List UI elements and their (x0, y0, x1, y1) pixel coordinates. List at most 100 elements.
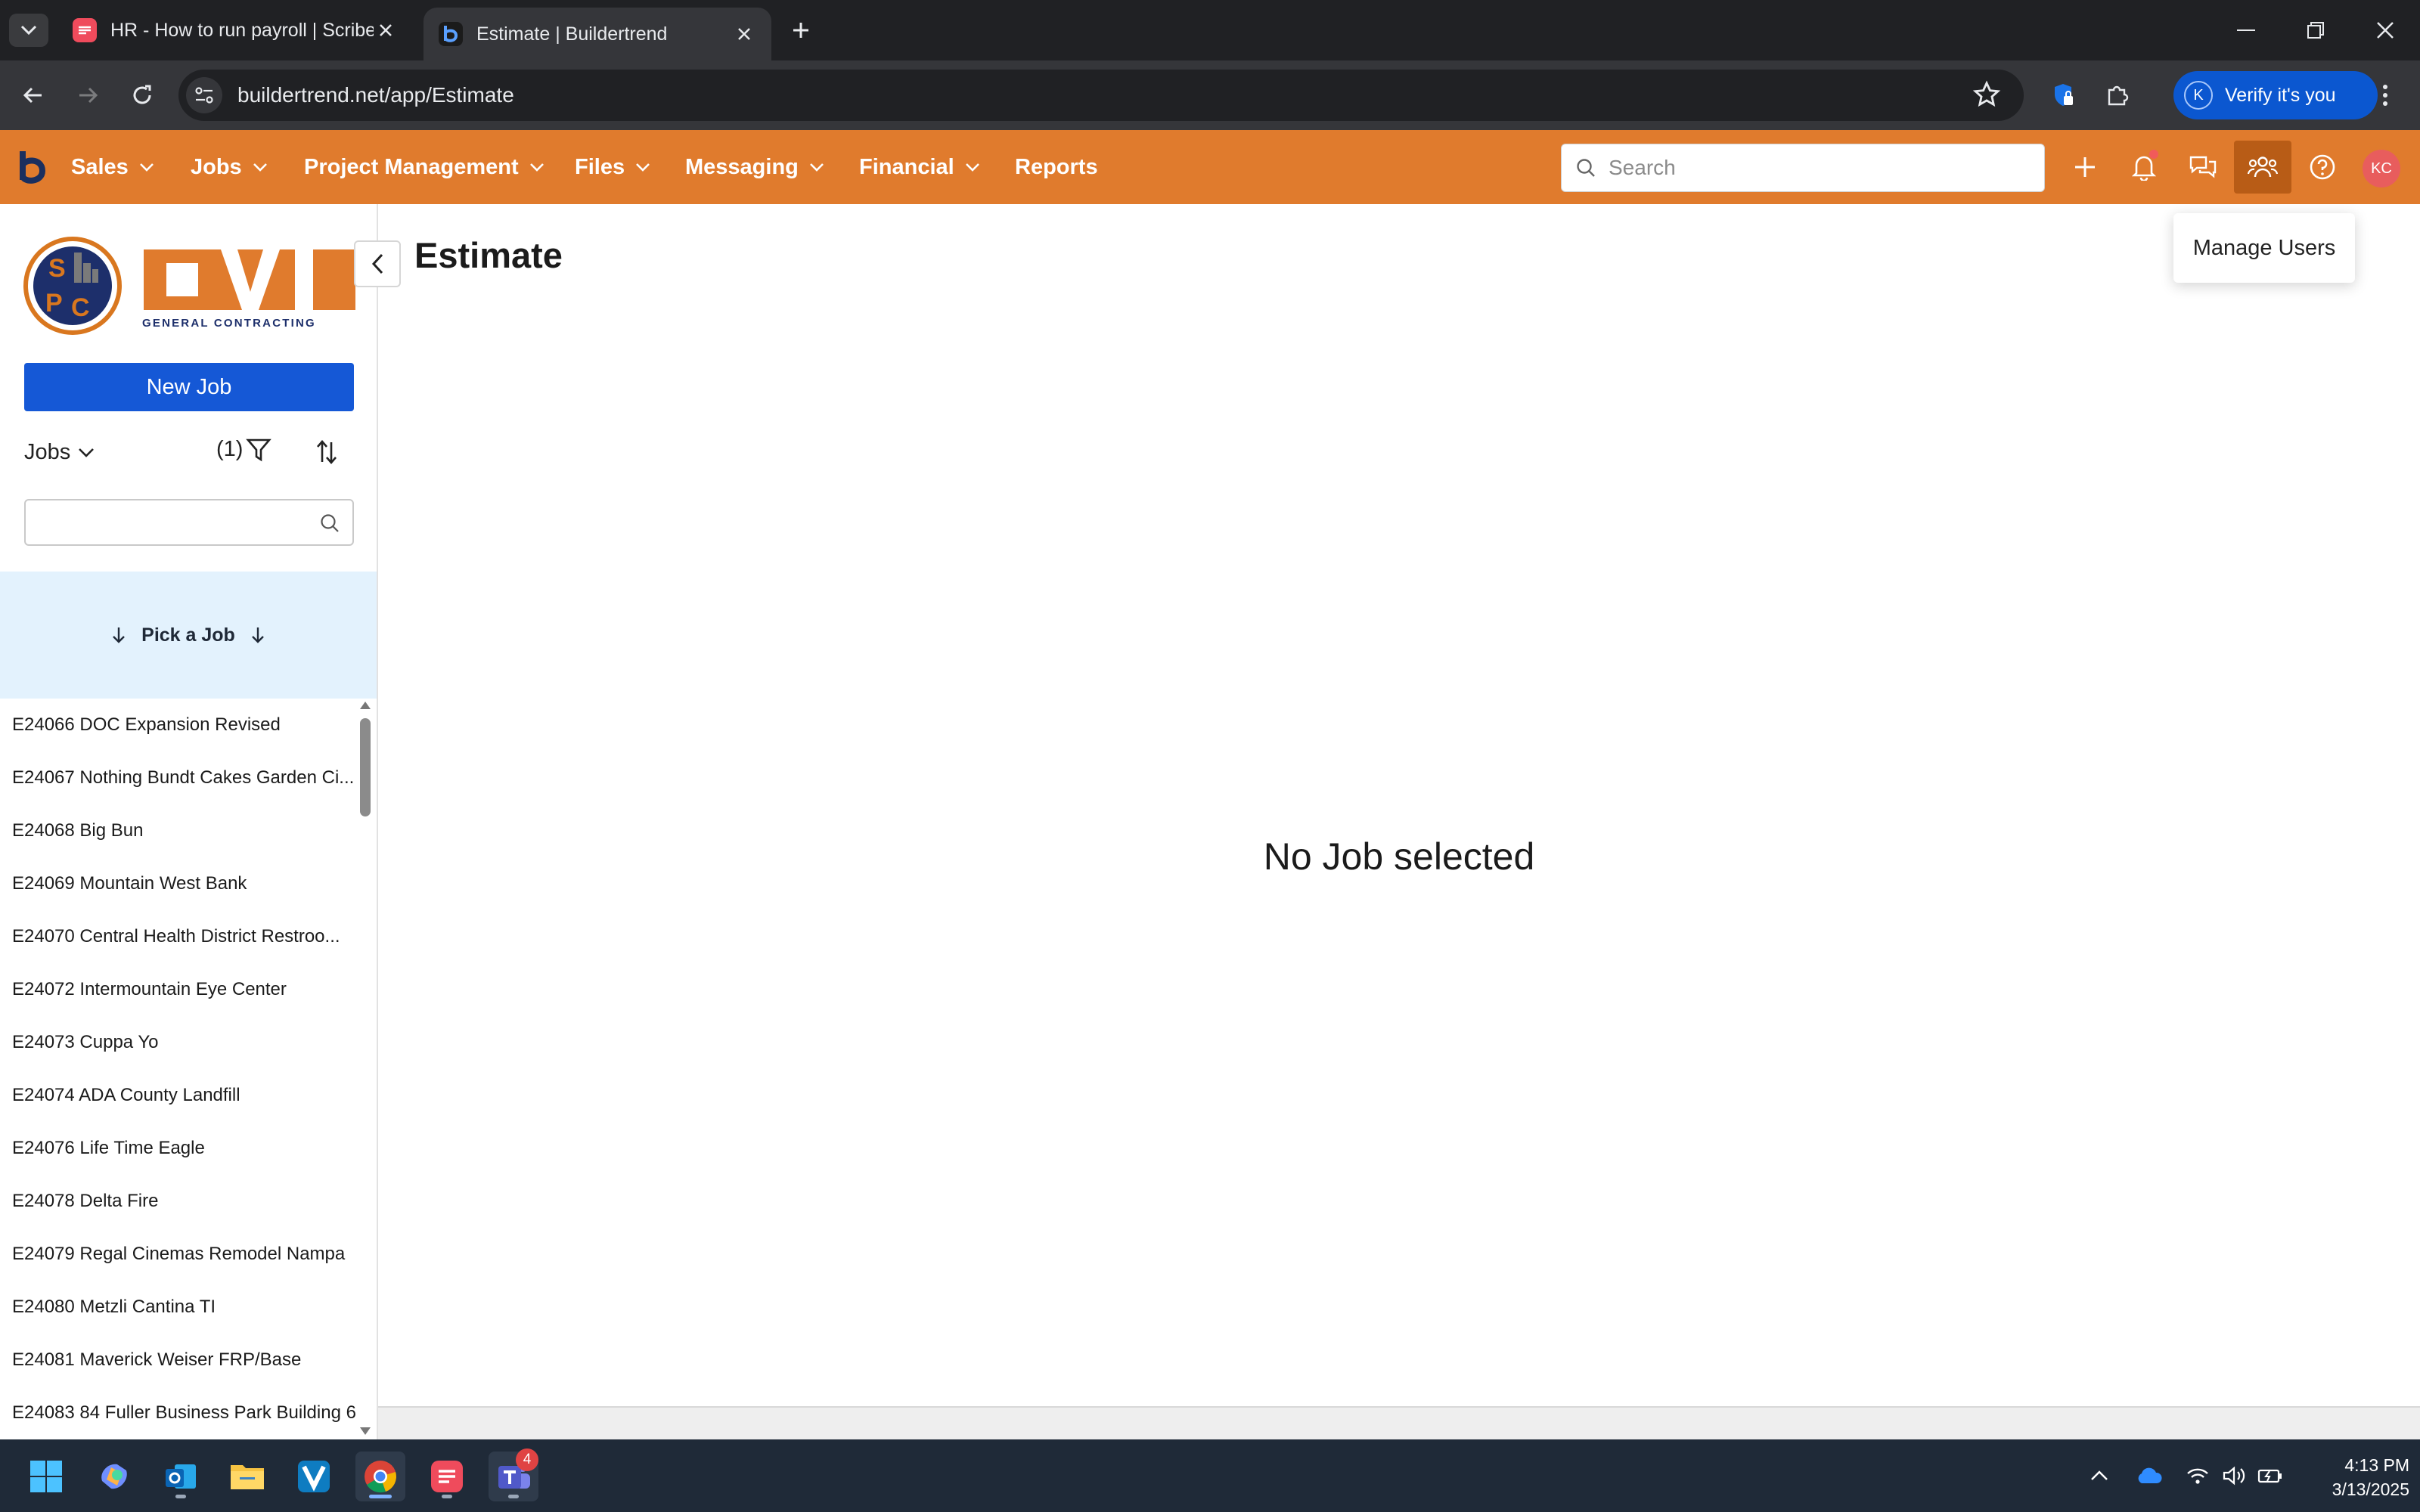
show-hidden-icons-button[interactable] (2084, 1461, 2114, 1491)
sort-icon (317, 440, 337, 464)
profile-avatar: K (2184, 81, 2213, 110)
collapse-sidebar-button[interactable] (354, 240, 401, 287)
manage-users-button[interactable] (2234, 141, 2291, 194)
add-button[interactable] (2060, 142, 2110, 192)
notifications-button[interactable] (2119, 142, 2169, 192)
taskbar-viewpoint[interactable] (289, 1452, 339, 1501)
running-indicator (442, 1495, 452, 1498)
svg-text:S: S (48, 254, 66, 283)
job-list-item[interactable]: E24067 Nothing Bundt Cakes Garden Ci... (0, 751, 355, 804)
address-bar[interactable]: buildertrend.net/app/Estimate (178, 70, 2024, 121)
arrow-left-icon (23, 87, 42, 104)
new-tab-button[interactable] (783, 15, 818, 45)
tab-title: Estimate | Buildertrend (476, 23, 668, 45)
browser-menu-button[interactable] (2367, 77, 2403, 113)
job-list-item[interactable]: E24066 DOC Expansion Revised (0, 699, 355, 751)
buildertrend-logo-icon[interactable] (15, 148, 48, 186)
job-list-item[interactable]: E24069 Mountain West Bank (0, 857, 355, 910)
url-text: buildertrend.net/app/Estimate (237, 83, 514, 107)
menu-label: Reports (1015, 154, 1098, 179)
bookmark-star-icon[interactable] (1972, 80, 2001, 109)
user-avatar[interactable]: KC (2363, 150, 2400, 187)
taskbar-outlook[interactable] (156, 1452, 206, 1501)
job-list-item[interactable]: E24076 Life Time Eagle (0, 1122, 355, 1175)
verify-identity-button[interactable]: K Verify it's you (2173, 71, 2378, 119)
close-window-button[interactable] (2350, 0, 2420, 60)
start-button[interactable] (21, 1452, 71, 1501)
job-list-item[interactable]: E24073 Cuppa Yo (0, 1016, 355, 1069)
back-button[interactable] (15, 77, 51, 113)
job-list-item[interactable]: E24074 ADA County Landfill (0, 1069, 355, 1122)
browser-tab-strip: HR - How to run payroll | Scribe Estimat… (0, 0, 2420, 60)
jobs-dropdown-label: Jobs (24, 440, 71, 464)
forward-button[interactable] (70, 77, 106, 113)
scribe-favicon-icon (73, 18, 97, 42)
chevron-left-icon (371, 253, 383, 274)
job-list-item[interactable]: E24083 84 Fuller Business Park Building … (0, 1387, 355, 1439)
taskbar-teams[interactable]: 4 (489, 1448, 538, 1501)
menu-reports[interactable]: Reports (1015, 130, 1098, 204)
reload-button[interactable] (124, 77, 160, 113)
microsoft-365-icon (101, 1464, 127, 1489)
sort-button[interactable] (310, 435, 343, 469)
plus-icon (2075, 157, 2095, 177)
extensions-puzzle-icon[interactable] (2099, 77, 2136, 113)
arrow-down-icon (113, 627, 126, 643)
system-clock[interactable]: 4:13 PM 3/13/2025 (2299, 1453, 2409, 1501)
folder-icon (231, 1465, 264, 1489)
menu-label: Files (575, 154, 625, 179)
onedrive-icon[interactable] (2134, 1461, 2164, 1491)
wifi-icon[interactable] (2183, 1461, 2213, 1491)
restore-window-button[interactable] (2281, 0, 2350, 60)
browser-tab-scribe[interactable]: HR - How to run payroll | Scribe (57, 6, 413, 54)
menu-financial[interactable]: Financial (859, 130, 980, 204)
taskbar-scribe[interactable] (422, 1452, 472, 1501)
taskbar-file-explorer[interactable] (222, 1452, 272, 1501)
menu-files[interactable]: Files (575, 130, 650, 204)
browser-tab-buildertrend[interactable]: Estimate | Buildertrend (424, 8, 771, 60)
filter-button[interactable]: (1) (216, 437, 272, 462)
help-button[interactable] (2297, 142, 2347, 192)
job-list-scrollbar[interactable] (355, 699, 375, 1439)
site-info-icon[interactable] (186, 77, 222, 113)
chat-button[interactable] (2178, 142, 2228, 192)
global-search[interactable] (1561, 144, 2045, 192)
jobs-filter-dropdown[interactable]: Jobs (24, 440, 95, 465)
job-list-item[interactable]: E24079 Regal Cinemas Remodel Nampa (0, 1228, 355, 1281)
browser-toolbar: buildertrend.net/app/Estimate K Verify i… (0, 60, 2420, 130)
job-search-field[interactable] (24, 499, 354, 546)
job-list-item[interactable]: E24072 Intermountain Eye Center (0, 963, 355, 1016)
tab-search-button[interactable] (9, 14, 48, 47)
extension-shield-icon[interactable] (2045, 77, 2081, 113)
scrollbar-thumb[interactable] (360, 718, 371, 816)
v-app-icon (298, 1461, 330, 1492)
menu-messaging[interactable]: Messaging (685, 130, 824, 204)
running-indicator (508, 1495, 519, 1498)
pick-a-job-banner: Pick a Job (0, 572, 377, 699)
job-list-item[interactable]: E24078 Delta Fire (0, 1175, 355, 1228)
volume-icon[interactable] (2219, 1461, 2249, 1491)
menu-jobs[interactable]: Jobs (191, 130, 268, 204)
scroll-down-arrow-icon[interactable] (358, 1424, 372, 1438)
scroll-up-arrow-icon[interactable] (358, 699, 372, 712)
menu-project-management[interactable]: Project Management (304, 130, 544, 204)
menu-sales[interactable]: Sales (71, 130, 154, 204)
taskbar-chrome[interactable] (355, 1452, 405, 1501)
new-job-button[interactable]: New Job (24, 363, 354, 411)
minimize-window-button[interactable] (2211, 0, 2281, 60)
close-tab-icon[interactable] (374, 18, 398, 42)
job-list-item[interactable]: E24080 Metzli Cantina TI (0, 1281, 355, 1334)
search-icon (1577, 159, 1595, 177)
global-search-input[interactable] (1609, 156, 2017, 180)
job-search-input[interactable] (35, 508, 307, 538)
job-list-item[interactable]: E24070 Central Health District Restroo..… (0, 910, 355, 963)
close-tab-icon[interactable] (732, 22, 756, 46)
job-list: E24066 DOC Expansion Revised E24067 Noth… (0, 699, 355, 1439)
app-navigation-bar: Sales Jobs Project Management Files Mess… (0, 130, 2420, 204)
job-list-item[interactable]: E24081 Maverick Weiser FRP/Base (0, 1334, 355, 1387)
taskbar-m365[interactable] (89, 1452, 139, 1501)
battery-icon[interactable] (2255, 1461, 2285, 1491)
horizontal-scrollbar[interactable] (378, 1406, 2420, 1439)
job-list-item[interactable]: E24068 Big Bun (0, 804, 355, 857)
empty-state-message: No Job selected (1263, 835, 1535, 878)
